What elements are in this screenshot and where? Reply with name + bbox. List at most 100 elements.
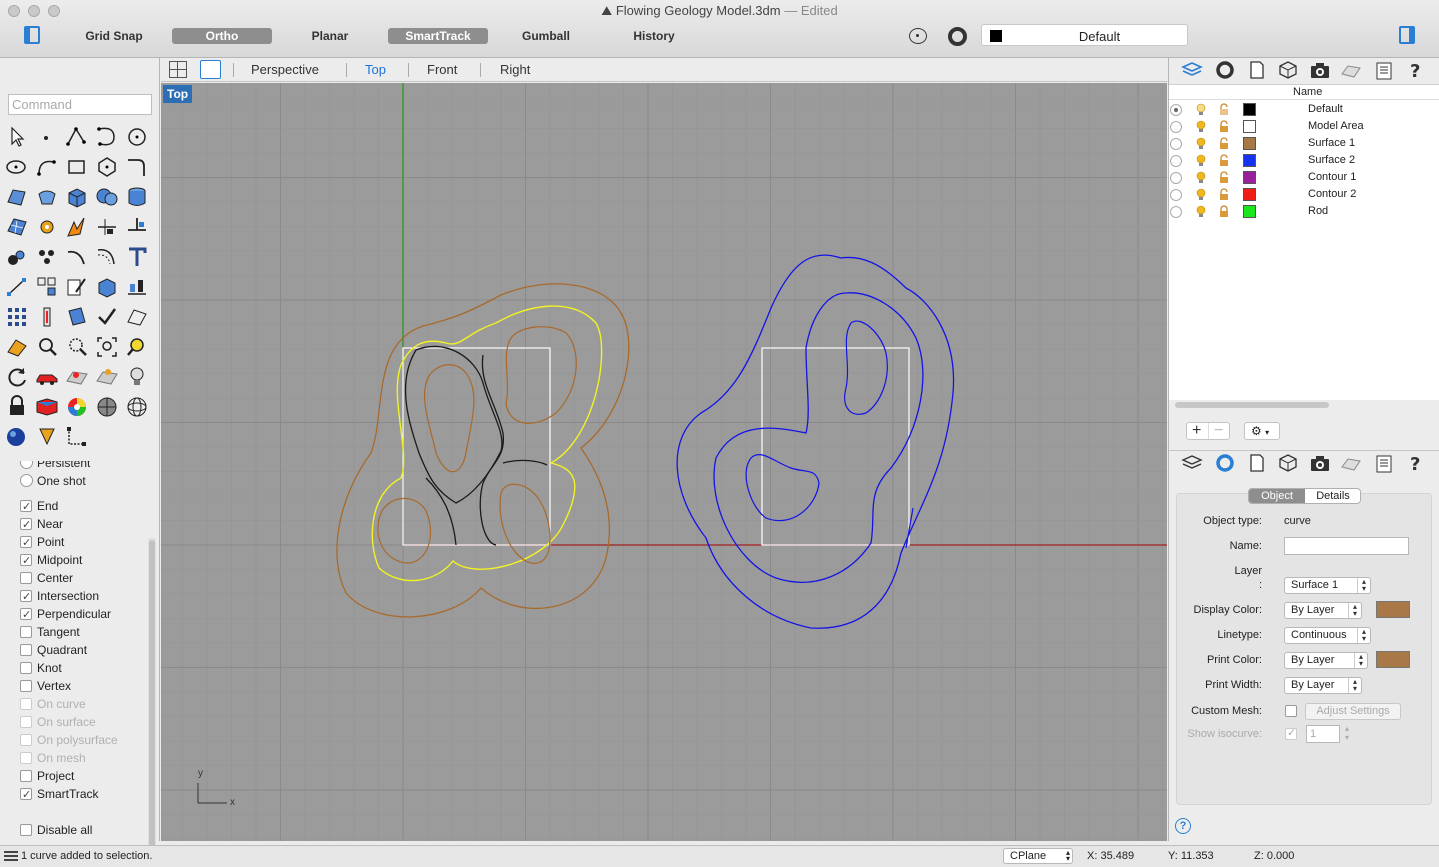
object-snap-icon[interactable] [909, 28, 927, 44]
layer-row[interactable]: Model Area [1169, 118, 1439, 135]
camera-tab-icon[interactable] [1309, 453, 1331, 473]
ellipse-icon[interactable] [4, 154, 30, 180]
print-color-swatch[interactable] [1376, 651, 1410, 668]
light-bulb-icon[interactable] [1195, 205, 1207, 218]
snap-option[interactable]: On polysurface [20, 731, 118, 749]
light-bulb-icon[interactable] [1195, 120, 1207, 133]
pan-icon[interactable] [4, 334, 30, 360]
left-panel-scrollbar[interactable] [148, 538, 156, 867]
notes-tab-icon[interactable] [1373, 453, 1395, 473]
surface1-outer-contour[interactable] [336, 283, 630, 618]
segment-object[interactable]: Object [1249, 489, 1305, 503]
current-layer-radio[interactable] [1170, 172, 1182, 184]
zoom-window-icon[interactable] [64, 334, 90, 360]
trim-icon[interactable] [124, 214, 150, 240]
snap-option[interactable]: On curve [20, 695, 86, 713]
current-layer-selector[interactable]: Default [981, 24, 1188, 46]
layer-properties-icon[interactable] [34, 394, 60, 420]
lock-icon[interactable] [1218, 137, 1230, 150]
current-layer-radio[interactable] [1170, 104, 1182, 116]
tab-top[interactable]: Top [365, 62, 386, 77]
print-color-select[interactable]: By Layer ▴ ▾ [1284, 652, 1368, 669]
document-tab-icon[interactable] [1246, 60, 1268, 80]
surface1-inner-contour-a[interactable] [423, 364, 475, 473]
block-icon[interactable] [34, 244, 60, 270]
lock-icon[interactable] [1218, 120, 1230, 133]
render-plane-icon[interactable] [64, 364, 90, 390]
properties-tab-icon[interactable] [1214, 453, 1236, 473]
snap-option[interactable]: Quadrant [20, 641, 87, 659]
edit-icon[interactable] [64, 274, 90, 300]
snap-checkbox[interactable] [20, 606, 32, 624]
document-tab-icon[interactable] [1246, 453, 1268, 473]
snap-option[interactable]: Project [20, 767, 74, 785]
snap-option[interactable]: Vertex [20, 677, 71, 695]
segment-details[interactable]: Details [1305, 489, 1360, 503]
align-icon[interactable] [124, 274, 150, 300]
contour-curve-dark-a[interactable] [404, 345, 503, 504]
layer-row[interactable]: Default [1169, 101, 1439, 118]
surface2-inner-contour-b[interactable] [745, 454, 820, 522]
one-shot-radio[interactable] [20, 474, 33, 487]
light-bulb-icon[interactable] [1195, 103, 1207, 116]
snap-checkbox[interactable] [20, 680, 32, 692]
planar-button[interactable]: Planar [305, 28, 355, 44]
snap-option[interactable]: On surface [20, 713, 96, 731]
display-tab-icon[interactable] [1277, 60, 1299, 80]
layers-tab-icon[interactable] [1181, 453, 1203, 473]
help-question-icon[interactable]: ? [1175, 818, 1191, 834]
polygon-icon[interactable] [94, 154, 120, 180]
snap-checkbox[interactable] [20, 588, 32, 606]
layer-color-swatch[interactable] [1243, 171, 1256, 184]
command-input[interactable] [8, 94, 152, 115]
tab-front[interactable]: Front [427, 62, 457, 77]
object-name-input[interactable] [1284, 537, 1409, 555]
snap-option[interactable]: Knot [20, 659, 62, 677]
current-layer-radio[interactable] [1170, 138, 1182, 150]
sphere-shade-icon[interactable] [94, 394, 120, 420]
snap-checkbox[interactable] [20, 716, 32, 728]
layer-select[interactable]: Surface 1 ▴ ▾ [1284, 577, 1371, 594]
box-icon[interactable] [64, 184, 90, 210]
smarttrack-button[interactable]: SmartTrack [388, 28, 488, 44]
properties-tab-icon[interactable] [1214, 60, 1236, 80]
offset-curve-icon[interactable] [94, 244, 120, 270]
selected-surface-contour[interactable] [371, 305, 603, 582]
notes-tab-icon[interactable] [1373, 60, 1395, 80]
single-viewport-icon[interactable] [200, 60, 221, 79]
isocurve-count-input[interactable] [1306, 725, 1340, 743]
layer-color-swatch[interactable] [1243, 154, 1256, 167]
model-area-box-left[interactable] [402, 347, 551, 546]
toggle-left-sidebar-icon[interactable] [24, 26, 40, 44]
mesh-icon[interactable] [4, 214, 30, 240]
layer-name-column-header[interactable]: Name [1293, 86, 1322, 98]
layer-color-swatch[interactable] [1243, 137, 1256, 150]
circle-icon[interactable] [124, 124, 150, 150]
render-plane-tab-icon[interactable] [1340, 60, 1362, 80]
surface1-inner-contour-c[interactable] [377, 497, 432, 564]
snap-option[interactable]: Intersection [20, 587, 99, 606]
shade-icon[interactable] [124, 304, 150, 330]
current-layer-radio[interactable] [1170, 121, 1182, 133]
snap-checkbox[interactable] [20, 644, 32, 656]
zoom-selected-icon[interactable] [124, 334, 150, 360]
layer-color-swatch[interactable] [1243, 103, 1256, 116]
cplane-select[interactable]: CPlane ▴ ▾ [1003, 848, 1073, 864]
top-viewport[interactable]: Top x y [161, 83, 1167, 841]
coordinates-icon[interactable] [64, 424, 90, 450]
light-bulb-icon[interactable] [1195, 137, 1207, 150]
cylinder-icon[interactable] [124, 184, 150, 210]
extrude-surface-icon[interactable] [34, 184, 60, 210]
display-tab-icon[interactable] [1277, 453, 1299, 473]
ortho-button[interactable]: Ortho [172, 28, 272, 44]
contour-curve-dark-c[interactable] [425, 459, 548, 546]
snap-checkbox[interactable] [20, 786, 32, 804]
surface1-inner-contour-d[interactable] [499, 483, 551, 564]
check-icon[interactable] [94, 304, 120, 330]
wireframe-sphere-icon[interactable] [124, 394, 150, 420]
dimension-icon[interactable] [4, 274, 30, 300]
help-tab-icon[interactable]: ? [1405, 60, 1427, 80]
light-bulb-icon[interactable] [124, 364, 150, 390]
layer-row[interactable]: Surface 1 [1169, 135, 1439, 152]
command-history-icon[interactable] [4, 851, 18, 861]
